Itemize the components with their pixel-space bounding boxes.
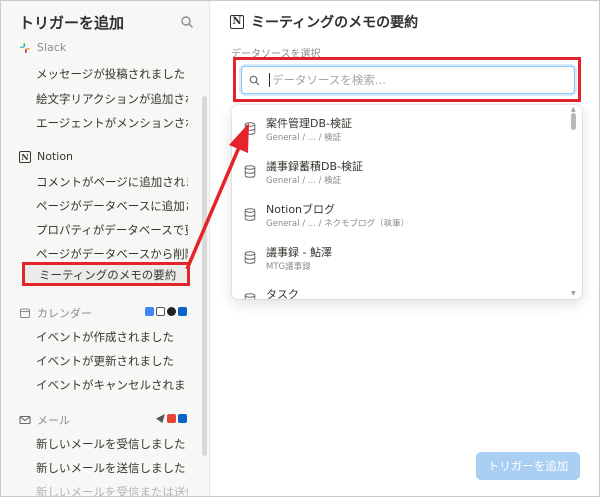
trigger-sidebar: トリガーを追加 Slack メッセージが投稿されました 絵文字リアクションが追加… (1, 1, 210, 496)
datasource-option[interactable]: 議事録 - 鮎澤 MTG議事録 (232, 239, 572, 279)
datasource-search-highlight (233, 57, 581, 102)
sidebar-item-event-created[interactable]: イベントが作成されました (36, 329, 188, 345)
database-icon (244, 208, 256, 221)
gmail-icon (167, 414, 176, 423)
panel-header: N ミーティングのメモの要約 (230, 12, 418, 32)
database-icon (244, 122, 256, 135)
datasource-option[interactable]: Notionブログ General / ... / ネクモブログ（執筆） (232, 196, 572, 236)
datasource-path: General / ... / 検証 (266, 176, 342, 186)
sidebar-item-property-updated[interactable]: プロパティがデータベースで更 (36, 222, 188, 238)
datasource-name: 案件管理DB-検証 (266, 117, 352, 130)
send-icon (156, 414, 165, 423)
section-mail: メール (19, 412, 70, 428)
database-icon (244, 251, 256, 264)
section-label: Notion (37, 150, 74, 163)
outlook-icon (178, 307, 187, 316)
section-slack: Slack (19, 41, 66, 54)
sidebar-item-message-posted[interactable]: メッセージが投稿されました (36, 66, 188, 82)
sidebar-item-emoji-reaction[interactable]: 絵文字リアクションが追加され (36, 91, 188, 107)
apple-icon (167, 307, 176, 316)
sidebar-item-event-updated[interactable]: イベントが更新されました (36, 353, 188, 369)
datasource-path: General / ... / ネクモブログ（執筆） (266, 219, 410, 229)
section-label: カレンダー (37, 307, 92, 320)
sidebar-item-mail-sent[interactable]: 新しいメールを送信しました (36, 460, 188, 476)
sidebar-item-agent-mention[interactable]: エージェントがメンションされ (36, 115, 188, 131)
sidebar-item-mail-received[interactable]: 新しいメールを受信しました (36, 436, 188, 452)
search-icon (249, 75, 260, 85)
database-icon (244, 293, 256, 299)
calendar-grid-icon (156, 307, 165, 316)
sidebar-item-mail-received-or-sent[interactable]: 新しいメールを受信または送信 (36, 484, 188, 496)
sidebar-item-event-cancelled[interactable]: イベントがキャンセルされまし (36, 377, 188, 393)
search-icon[interactable] (180, 15, 194, 29)
section-label: メール (37, 414, 70, 427)
datasource-name: タスク (266, 288, 299, 299)
page-title: ミーティングのメモの要約 (251, 15, 419, 31)
datasource-name: 議事録 - 鮎澤 (266, 246, 332, 259)
notion-logo-icon: N (230, 15, 244, 29)
sidebar-item-page-added[interactable]: ページがデータベースに追加さ (36, 198, 188, 214)
datasource-dropdown: ▲ ▼ 案件管理DB-検証 General / ... / 検証 議事録蓄積DB… (232, 105, 582, 299)
datasource-path: MTG議事録 (266, 262, 311, 272)
sidebar-scrollbar[interactable] (202, 96, 207, 456)
app-window: トリガーを追加 Slack メッセージが投稿されました 絵文字リアクションが追加… (0, 0, 600, 497)
datasource-option[interactable]: 案件管理DB-検証 General / ... / 検証 (232, 110, 572, 150)
slack-icon (20, 42, 30, 53)
database-icon (244, 165, 256, 178)
add-trigger-button[interactable]: トリガーを追加 (476, 452, 580, 480)
sidebar-item-page-deleted[interactable]: ページがデータベースから削除 (36, 246, 188, 262)
outlook-mail-icon (178, 414, 187, 423)
notion-icon: N (19, 150, 31, 163)
datasource-search-container (241, 66, 575, 94)
datasource-name: 議事録蓄積DB-検証 (266, 160, 363, 173)
mail-provider-icons (156, 414, 187, 423)
sidebar-item-meeting-notes-summary[interactable]: ミーティングのメモの要約 (22, 262, 190, 286)
mail-icon (19, 415, 31, 425)
trigger-config-panel: N ミーティングのメモの要約 データソースを選択 ▲ ▼ (210, 1, 599, 496)
section-calendar: カレンダー (19, 305, 92, 321)
sidebar-item-comment-added[interactable]: コメントがページに追加されま (36, 174, 188, 190)
section-notion: N Notion (19, 150, 73, 163)
sidebar-title: トリガーを追加 (19, 14, 125, 32)
datasource-search-input[interactable] (269, 73, 549, 87)
google-calendar-icon (145, 307, 154, 316)
calendar-icon (19, 308, 31, 319)
section-label: Slack (37, 41, 67, 54)
calendar-provider-icons (145, 307, 187, 316)
datasource-name: Notionブログ (266, 203, 336, 216)
datasource-option[interactable]: タスク (232, 281, 572, 299)
datasource-option[interactable]: 議事録蓄積DB-検証 General / ... / 検証 (232, 153, 572, 193)
datasource-path: General / ... / 検証 (266, 133, 342, 143)
